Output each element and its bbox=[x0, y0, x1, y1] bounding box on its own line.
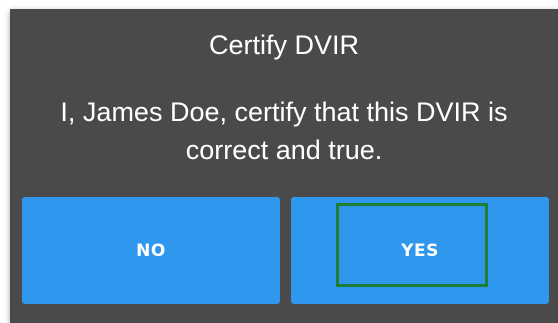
yes-button-label: YES bbox=[401, 240, 439, 261]
yes-button[interactable]: YES bbox=[291, 197, 549, 304]
certification-message: I, James Doe, certify that this DVIR is … bbox=[60, 97, 508, 165]
no-button[interactable]: NO bbox=[22, 197, 280, 304]
dialog-title: Certify DVIR bbox=[208, 30, 360, 60]
no-button-label: NO bbox=[136, 240, 166, 261]
